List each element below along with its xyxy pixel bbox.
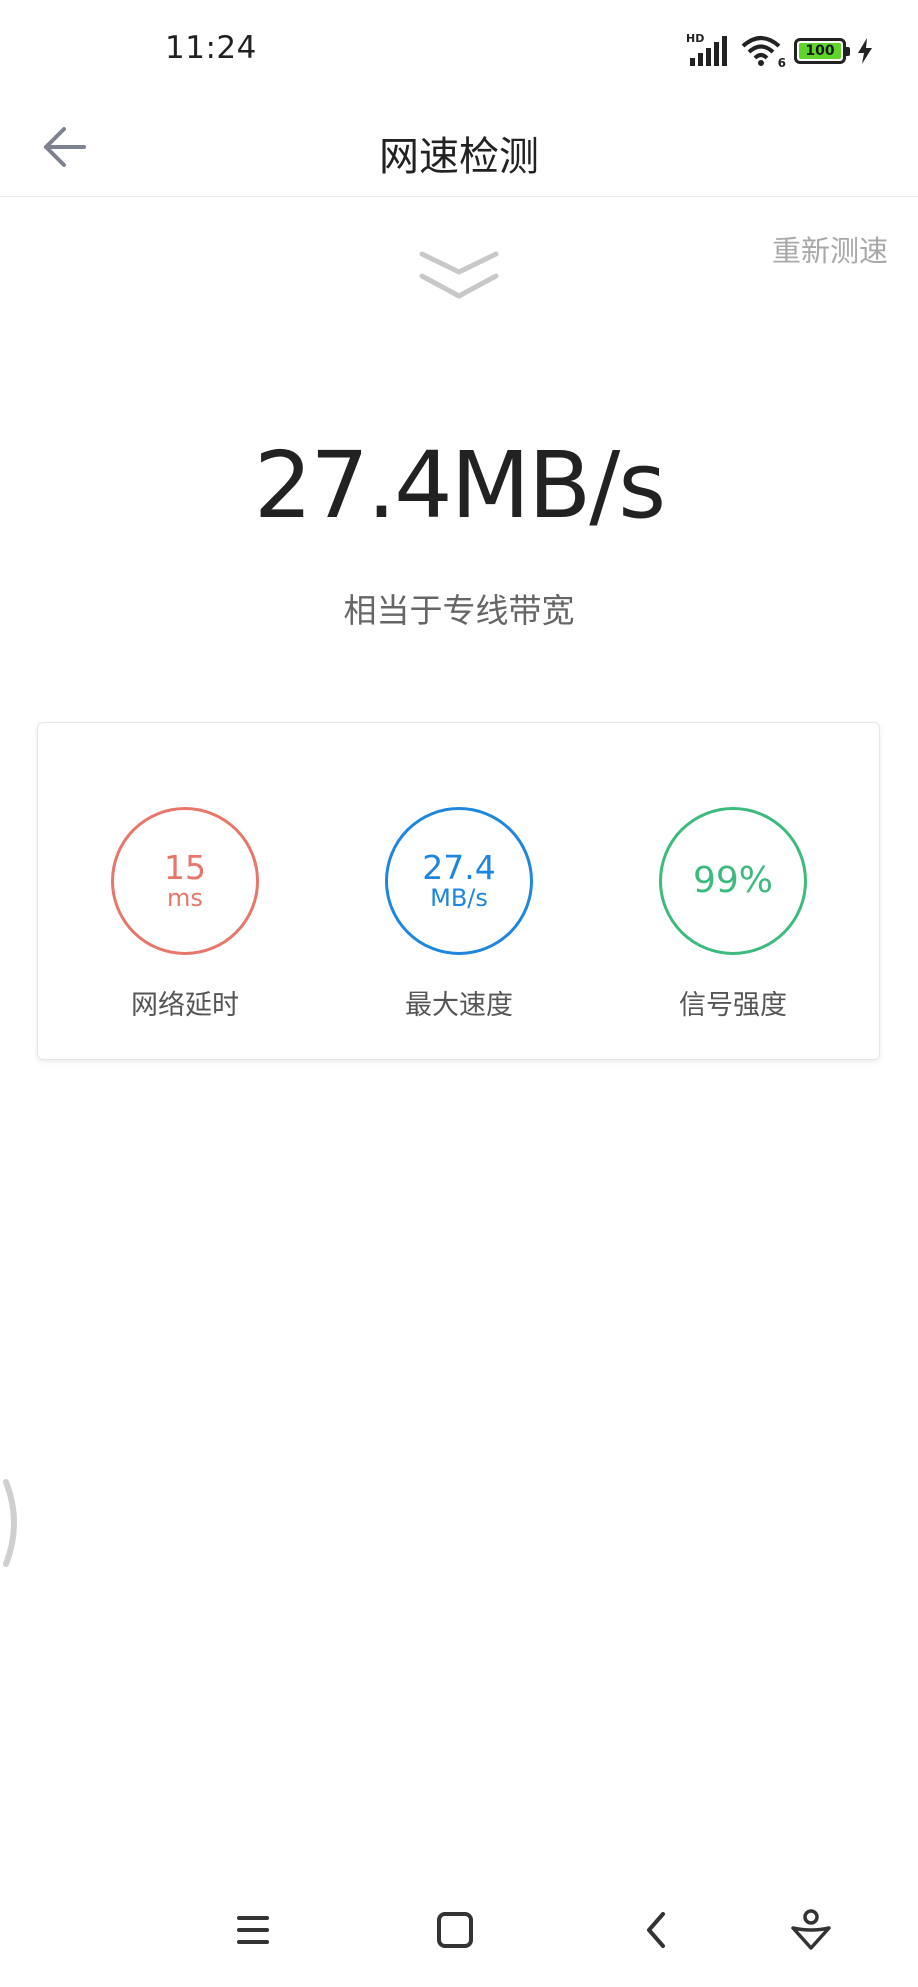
latency-unit: ms (167, 884, 203, 912)
assistant-icon (791, 1909, 831, 1950)
screen: 11:24 HD 6 100 网速检测 重新测速 27.4MB/s 相当于专线带… (0, 0, 918, 1987)
page-title: 网速检测 (379, 134, 539, 180)
max-speed-value: 27.4 (422, 848, 496, 887)
signal-circle: 99% (659, 807, 807, 955)
cellular-signal-icon: HD (686, 32, 730, 68)
home-button[interactable] (427, 1902, 483, 1958)
signal-value: 99% (692, 860, 773, 901)
retest-button[interactable]: 重新测速 (772, 228, 888, 270)
speed-value: 27.4MB/s (253, 432, 666, 539)
stats-card: 15 ms 网络延时 27.4 MB/s 最大速度 99% 信号强度 (37, 722, 880, 1060)
chevron-down-icon[interactable] (418, 248, 500, 302)
status-bar: 11:24 HD 6 100 (0, 0, 918, 100)
speed-description: 相当于专线带宽 (343, 591, 575, 630)
wifi-icon: 6 (740, 34, 786, 70)
stat-signal-strength: 99% 信号强度 (633, 807, 833, 1022)
latency-label: 网络延时 (131, 990, 239, 1021)
side-edge-handle[interactable] (0, 1478, 24, 1568)
nav-back-button[interactable] (628, 1902, 684, 1958)
wifi-6-badge: 6 (777, 56, 786, 70)
battery-icon: 100 (794, 38, 850, 64)
navigation-bar (0, 1890, 918, 1970)
app-header: 网速检测 (0, 100, 918, 197)
home-square-icon (437, 1912, 473, 1948)
max-speed-circle: 27.4 MB/s (385, 807, 533, 955)
stat-max-speed: 27.4 MB/s 最大速度 (359, 807, 559, 1022)
signal-label: 信号强度 (679, 990, 787, 1021)
max-speed-unit: MB/s (430, 884, 488, 912)
menu-icon (237, 1916, 269, 1944)
status-icons: HD 6 100 (686, 32, 874, 70)
assistant-button[interactable] (783, 1902, 839, 1958)
menu-button[interactable] (225, 1902, 281, 1958)
latency-value: 15 (164, 848, 206, 887)
charging-bolt-icon (856, 37, 874, 65)
battery-level: 100 (799, 43, 841, 59)
latency-circle: 15 ms (111, 807, 259, 955)
stat-latency: 15 ms 网络延时 (85, 807, 285, 1022)
back-chevron-icon (647, 1912, 665, 1948)
max-speed-label: 最大速度 (405, 990, 513, 1021)
status-time: 11:24 (165, 30, 257, 66)
